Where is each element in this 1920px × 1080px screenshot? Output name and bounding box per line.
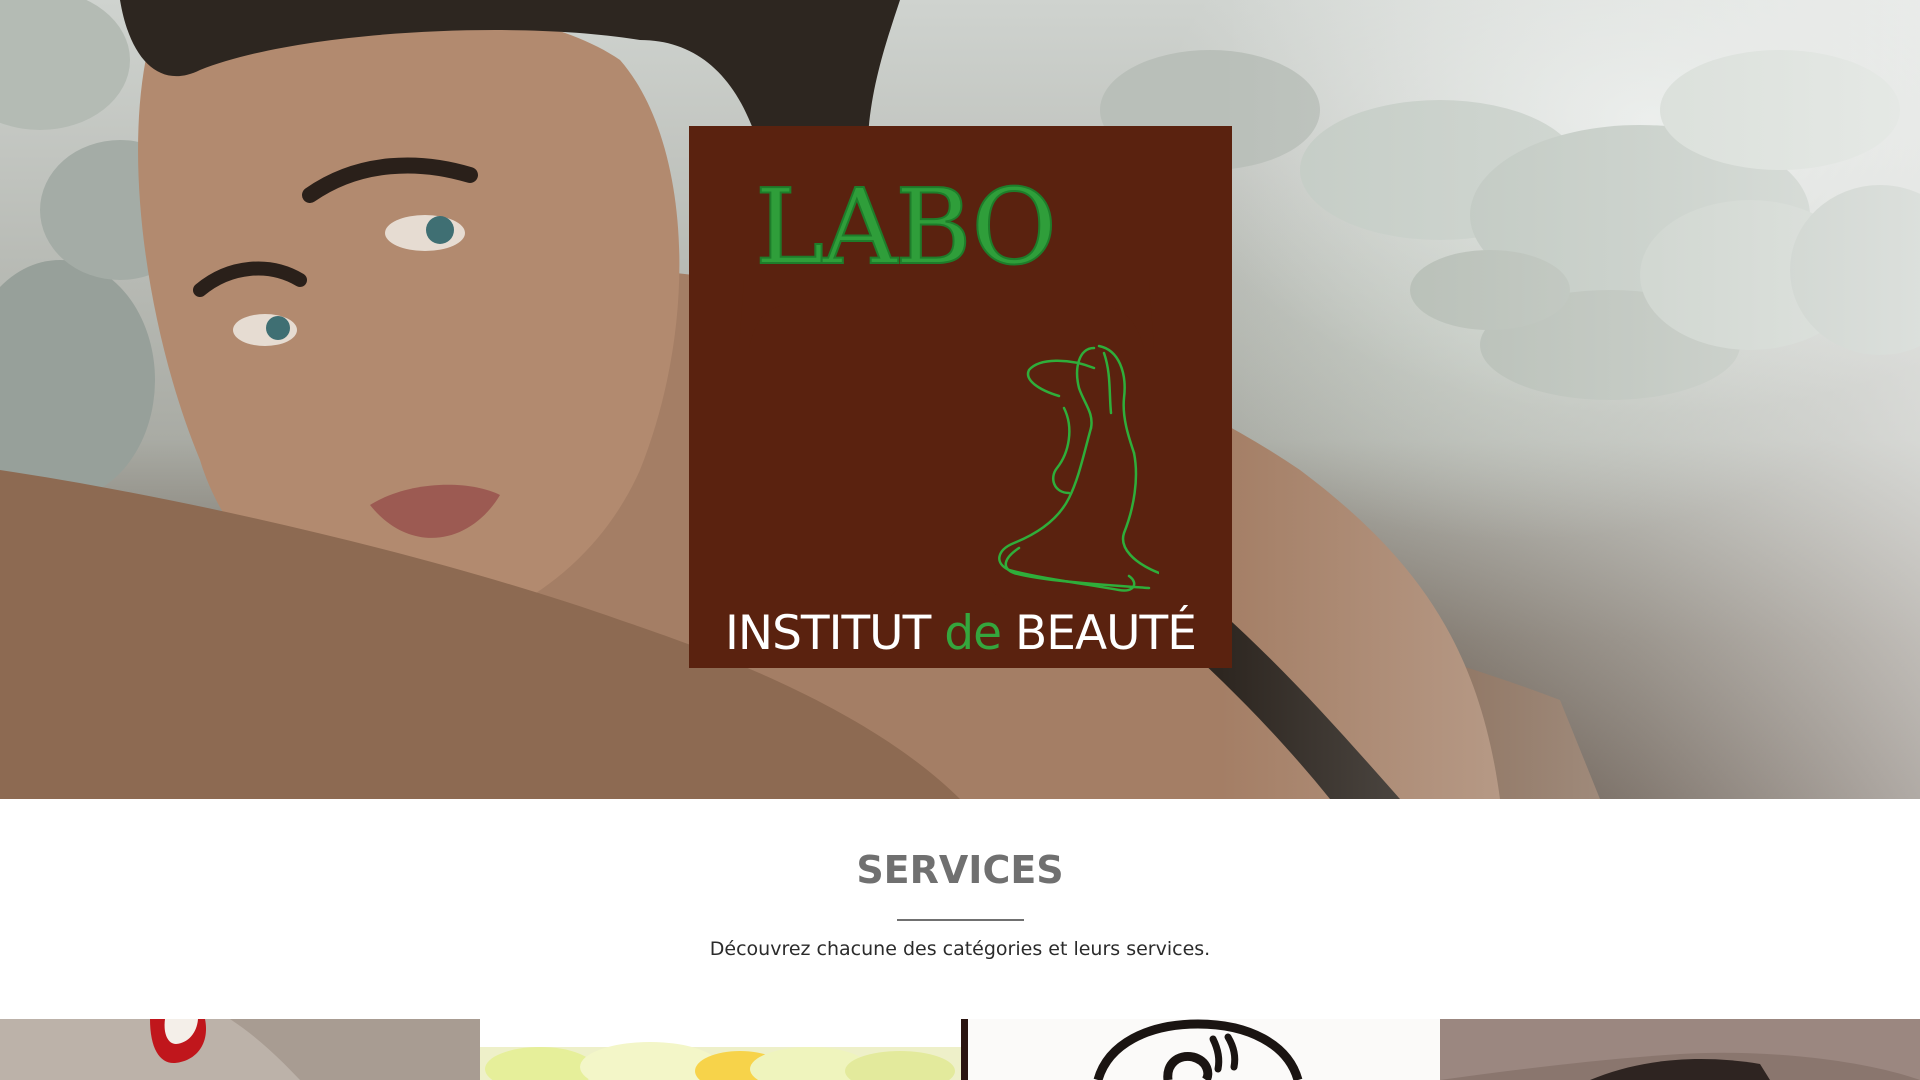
- services-divider: [897, 919, 1024, 921]
- hero-light-overlay: [1220, 0, 1920, 799]
- category-tile-emblem[interactable]: [961, 1019, 1440, 1080]
- category-tiles: [0, 1019, 1920, 1080]
- brand-logo[interactable]: LABO INSTITUT de BEAUTÉ: [689, 126, 1232, 668]
- category-tile-face[interactable]: [1440, 1019, 1920, 1080]
- logo-window: LABO: [701, 138, 1219, 599]
- category-tile-lips[interactable]: [0, 1019, 480, 1080]
- logo-tagline: INSTITUT de BEAUTÉ: [689, 599, 1232, 668]
- lips-photo-icon: [0, 1019, 480, 1080]
- tagline-institut: INSTITUT: [725, 606, 931, 661]
- logo-word-labo: LABO: [754, 166, 1058, 288]
- tagline-beaute: BEAUTÉ: [1015, 606, 1197, 661]
- face-photo-icon: [1440, 1019, 1920, 1080]
- logo-letter-t-with-figure: [739, 280, 1159, 599]
- emblem-photo-icon: [968, 1019, 1440, 1080]
- services-subtitle: Découvrez chacune des catégories et leur…: [709, 938, 1211, 960]
- hero-banner: LABO INSTITUT de BEAUTÉ: [0, 0, 1920, 799]
- category-tile-flowers[interactable]: [480, 1019, 961, 1080]
- services-heading: SERVICES: [856, 848, 1064, 892]
- tagline-de: de: [944, 606, 1002, 661]
- flower-photo-icon: [480, 1019, 961, 1080]
